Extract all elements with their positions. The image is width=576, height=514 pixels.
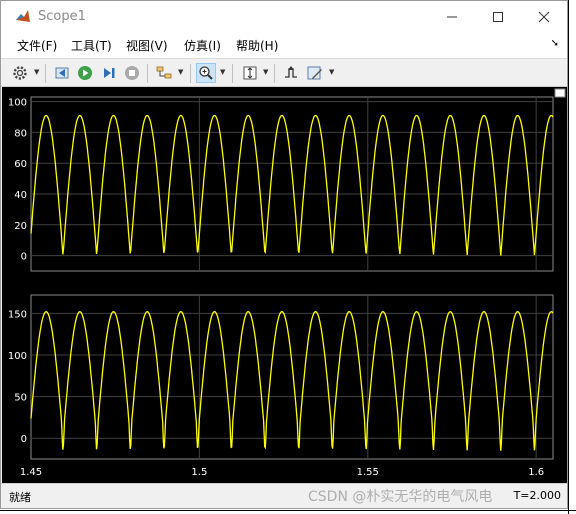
maximize-icon [493, 11, 503, 22]
settings-button[interactable] [10, 63, 30, 83]
menu-bar: 文件(F) 工具(T) 视图(V) 仿真(I) 帮助(H) ➘ [1, 32, 567, 58]
triggers-icon [285, 66, 297, 78]
toolbar-separator [274, 64, 275, 83]
run-icon [78, 66, 92, 80]
maximize-button[interactable] [475, 1, 521, 32]
y-tick-label: 100 [8, 98, 27, 109]
step-back-button[interactable] [52, 63, 72, 83]
run-button[interactable] [75, 63, 95, 83]
scope-plot-area: 0 20 40 60 80 100 0 50 100 150 1.45 1.5 1.55 1.6 [2, 87, 567, 483]
signal-selector-icon [156, 66, 172, 79]
step-back-icon [55, 67, 69, 79]
zoom-button[interactable] [196, 63, 216, 83]
title-bar: Scope1 [1, 1, 567, 32]
zoom-icon [199, 66, 213, 80]
toolbar-separator [232, 64, 233, 83]
y-tick-label: 0 [21, 434, 27, 445]
x-tick-label: 1.6 [528, 467, 544, 478]
y-tick-label: 0 [21, 252, 27, 263]
settings-dropdown-icon[interactable]: ▼ [34, 68, 39, 76]
menu-help[interactable]: 帮助(H) [236, 37, 278, 54]
minimize-button[interactable] [429, 1, 475, 32]
autoscale-dropdown-icon[interactable]: ▼ [263, 68, 268, 76]
stop-button[interactable] [122, 63, 142, 83]
style-icon [307, 66, 322, 80]
menu-simulation[interactable]: 仿真(I) [184, 37, 221, 54]
step-forward-icon [104, 68, 115, 78]
menu-file[interactable]: 文件(F) [17, 37, 57, 54]
close-icon [538, 11, 550, 22]
stop-icon [125, 66, 139, 80]
style-button[interactable] [305, 63, 325, 83]
y-tick-label: 100 [8, 351, 27, 362]
x-tick-label: 1.5 [191, 467, 207, 478]
y-tick-label: 150 [8, 309, 27, 320]
y-tick-label: 20 [14, 221, 27, 232]
triggers-button[interactable] [281, 63, 301, 83]
autoscale-icon [243, 66, 257, 80]
step-forward-button[interactable] [99, 63, 119, 83]
background-line [568, 0, 569, 514]
background-line [0, 510, 576, 511]
signal-selector-button[interactable] [154, 63, 174, 83]
axes-maximize-icon [554, 88, 566, 98]
menu-tools[interactable]: 工具(T) [71, 37, 112, 54]
axes-frame [30, 96, 554, 272]
toolbar-separator [45, 64, 46, 83]
signal-selector-dropdown-icon[interactable]: ▼ [178, 68, 183, 76]
autoscale-button[interactable] [240, 63, 260, 83]
matlab-icon [16, 10, 30, 22]
minimize-icon [447, 16, 457, 17]
scope-plots[interactable]: 0 20 40 60 80 100 0 50 100 150 1.45 1.5 1.55 1.6 [2, 87, 567, 483]
toolbar: ▼ ▼ ▼ ▼ ▼ [1, 58, 567, 87]
simulation-time: T=2.000 [513, 489, 561, 502]
y-tick-label: 50 [14, 393, 27, 404]
settings-icon [13, 66, 27, 80]
menu-view[interactable]: 视图(V) [126, 37, 168, 54]
y-tick-label: 80 [14, 128, 27, 139]
toolbar-separator [147, 64, 148, 83]
x-tick-label: 1.45 [20, 467, 42, 478]
scope-window: Scope1 文件(F) 工具(T) 视图(V) 仿真(I) 帮助(H) ➘ ▼ [0, 0, 568, 509]
status-text: 就绪 [9, 491, 31, 504]
watermark: CSDN @朴实无华的电气风电 [308, 489, 493, 505]
close-button[interactable] [521, 1, 567, 32]
style-dropdown-icon[interactable]: ▼ [329, 68, 334, 76]
zoom-dropdown-icon[interactable]: ▼ [220, 68, 225, 76]
y-tick-label: 40 [14, 190, 27, 201]
window-title: Scope1 [38, 9, 86, 24]
x-tick-label: 1.55 [357, 467, 379, 478]
dock-arrow-icon[interactable]: ➘ [551, 38, 559, 49]
y-tick-label: 60 [14, 159, 27, 170]
toolbar-separator [190, 64, 191, 83]
